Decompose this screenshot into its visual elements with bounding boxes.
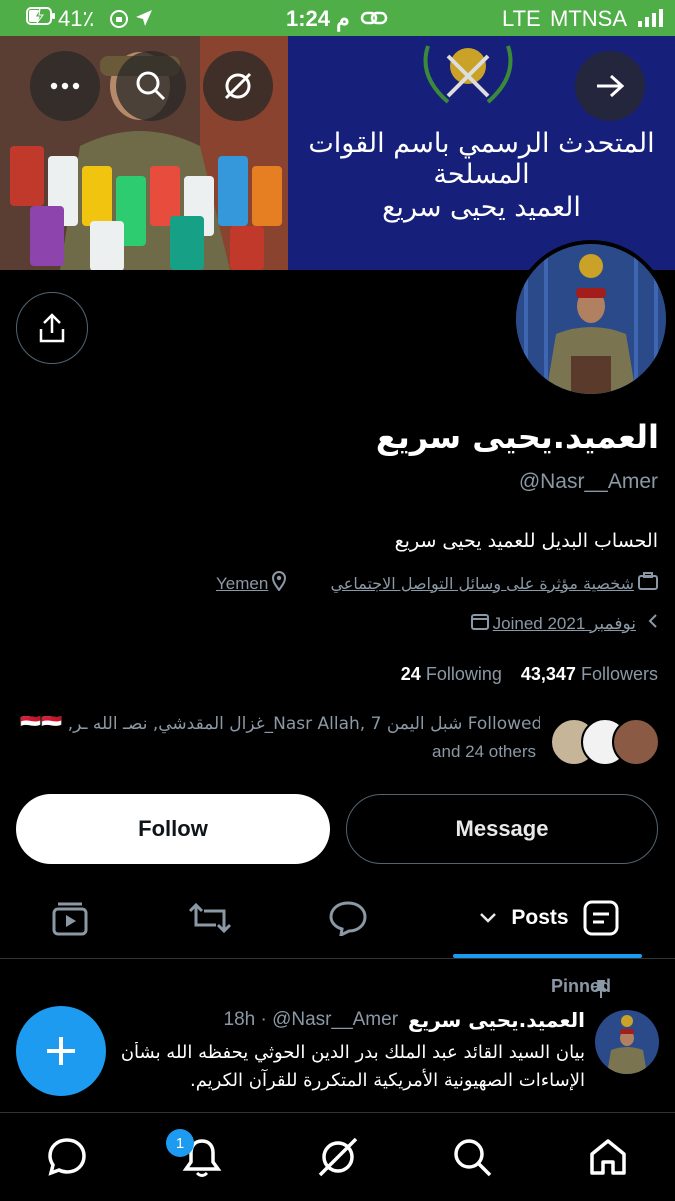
followers-count: 43,347 [520, 664, 576, 684]
post-text-line1[interactable]: بيان السيد القائد عبد الملك بدر الدين ال… [105, 1042, 585, 1063]
forward-button[interactable] [575, 51, 645, 121]
banner-subtitle: العميد يحيى سريع [382, 192, 581, 223]
followers-label: Followers [580, 664, 658, 684]
chat-icon [48, 1138, 86, 1176]
location-label: Yemen [216, 573, 269, 593]
status-bar: 41٪ 1:24 م LTE MTNSA [0, 0, 675, 36]
message-button[interactable]: Message [346, 794, 658, 864]
profile-banner: المتحدث الرسمي باسم القوات المسلحة العمي… [0, 36, 675, 270]
following-count: 24 [400, 664, 421, 684]
search-icon [454, 1139, 492, 1177]
rotation-lock-icon [108, 8, 130, 36]
tabs-divider [0, 958, 675, 959]
following-link[interactable]: 24 Following [401, 664, 502, 684]
pin-icon [592, 979, 610, 1003]
profile-avatar[interactable] [512, 240, 670, 398]
signal-icon [636, 8, 664, 34]
tab-reposts[interactable] [180, 890, 240, 946]
tab-posts-label: Posts [511, 906, 569, 929]
bottom-navigation: 1 [0, 1112, 675, 1201]
more-options-button[interactable] [30, 51, 100, 121]
search-icon [136, 71, 166, 101]
grok-button[interactable] [203, 51, 273, 121]
clock: 1:24 م [286, 6, 350, 31]
share-icon [39, 313, 65, 343]
share-button[interactable] [16, 292, 88, 364]
following-label: Following [425, 664, 502, 684]
video-icon [52, 902, 88, 936]
briefcase-icon [638, 572, 658, 594]
battery-icon [26, 6, 56, 32]
followed-by-text[interactable]: 🇾🇪🇾🇪 ,غزال المقدشي, نصـ الله ـر_Nasr All… [20, 714, 540, 734]
post-author-name[interactable]: العميد.يحيى سريع [408, 1008, 585, 1032]
tab-videos[interactable] [40, 890, 100, 946]
profile-name: العميد.يحيى سريع [375, 418, 659, 456]
reply-icon [329, 901, 367, 936]
map-pin-icon [271, 571, 287, 596]
arrow-right-icon [597, 74, 625, 98]
notification-badge: 1 [166, 1129, 194, 1157]
post-header: 18h · @Nasr__Amer العميد.يحيى سريع [224, 1008, 585, 1032]
more-icon [50, 82, 80, 90]
grok-icon [318, 1137, 358, 1177]
profile-location[interactable]: Yemen [216, 571, 287, 596]
nav-messages[interactable] [45, 1135, 89, 1179]
link-icon [360, 8, 388, 34]
tab-replies[interactable] [318, 890, 378, 946]
plus-icon [47, 1037, 75, 1065]
profile-bio: الحساب البديل للعميد يحيى سريع [394, 530, 658, 552]
carrier-name: MTNSA [550, 6, 627, 31]
tab-posts[interactable]: Posts [456, 890, 642, 946]
followed-by-others[interactable]: and 24 others [20, 742, 536, 762]
nav-home[interactable] [586, 1135, 630, 1179]
search-button[interactable] [116, 51, 186, 121]
joined-date: Joined 2021 نوفمبر [492, 613, 636, 633]
posts-icon [583, 900, 619, 936]
chevron-down-icon [480, 913, 497, 923]
calendar-icon [470, 612, 489, 635]
post-text-line2[interactable]: الإساءات الصهيونية الأمريكية المتكررة لل… [105, 1070, 585, 1091]
post-author-avatar[interactable] [595, 1010, 659, 1074]
chevron-left-icon[interactable] [648, 613, 658, 634]
network-type: LTE [502, 6, 541, 31]
follow-stats: 24 Following 43,347 Followers [401, 664, 658, 685]
battery-percent: 41٪ [58, 6, 95, 31]
profile-category[interactable]: شخصية مؤثرة على وسائل التواصل الاجتماعي [330, 572, 658, 594]
nav-grok[interactable] [316, 1135, 360, 1179]
follow-button[interactable]: Follow [16, 794, 330, 864]
compose-post-button[interactable] [16, 1006, 106, 1096]
follower-avatar[interactable] [612, 718, 660, 766]
location-icon [134, 8, 154, 34]
banner-title: المتحدث الرسمي باسم القوات المسلحة [308, 128, 655, 190]
nav-search[interactable] [450, 1135, 494, 1179]
category-label: شخصية مؤثرة على وسائل التواصل الاجتماعي [330, 573, 634, 593]
profile-handle: @Nasr__Amer [518, 470, 658, 493]
grok-icon [224, 72, 252, 100]
profile-joined: Joined 2021 نوفمبر [470, 612, 658, 635]
post-meta[interactable]: 18h · @Nasr__Amer [224, 1009, 399, 1031]
home-icon [590, 1139, 626, 1175]
repost-icon [188, 902, 232, 934]
followers-link[interactable]: 43,347 Followers [521, 664, 658, 684]
